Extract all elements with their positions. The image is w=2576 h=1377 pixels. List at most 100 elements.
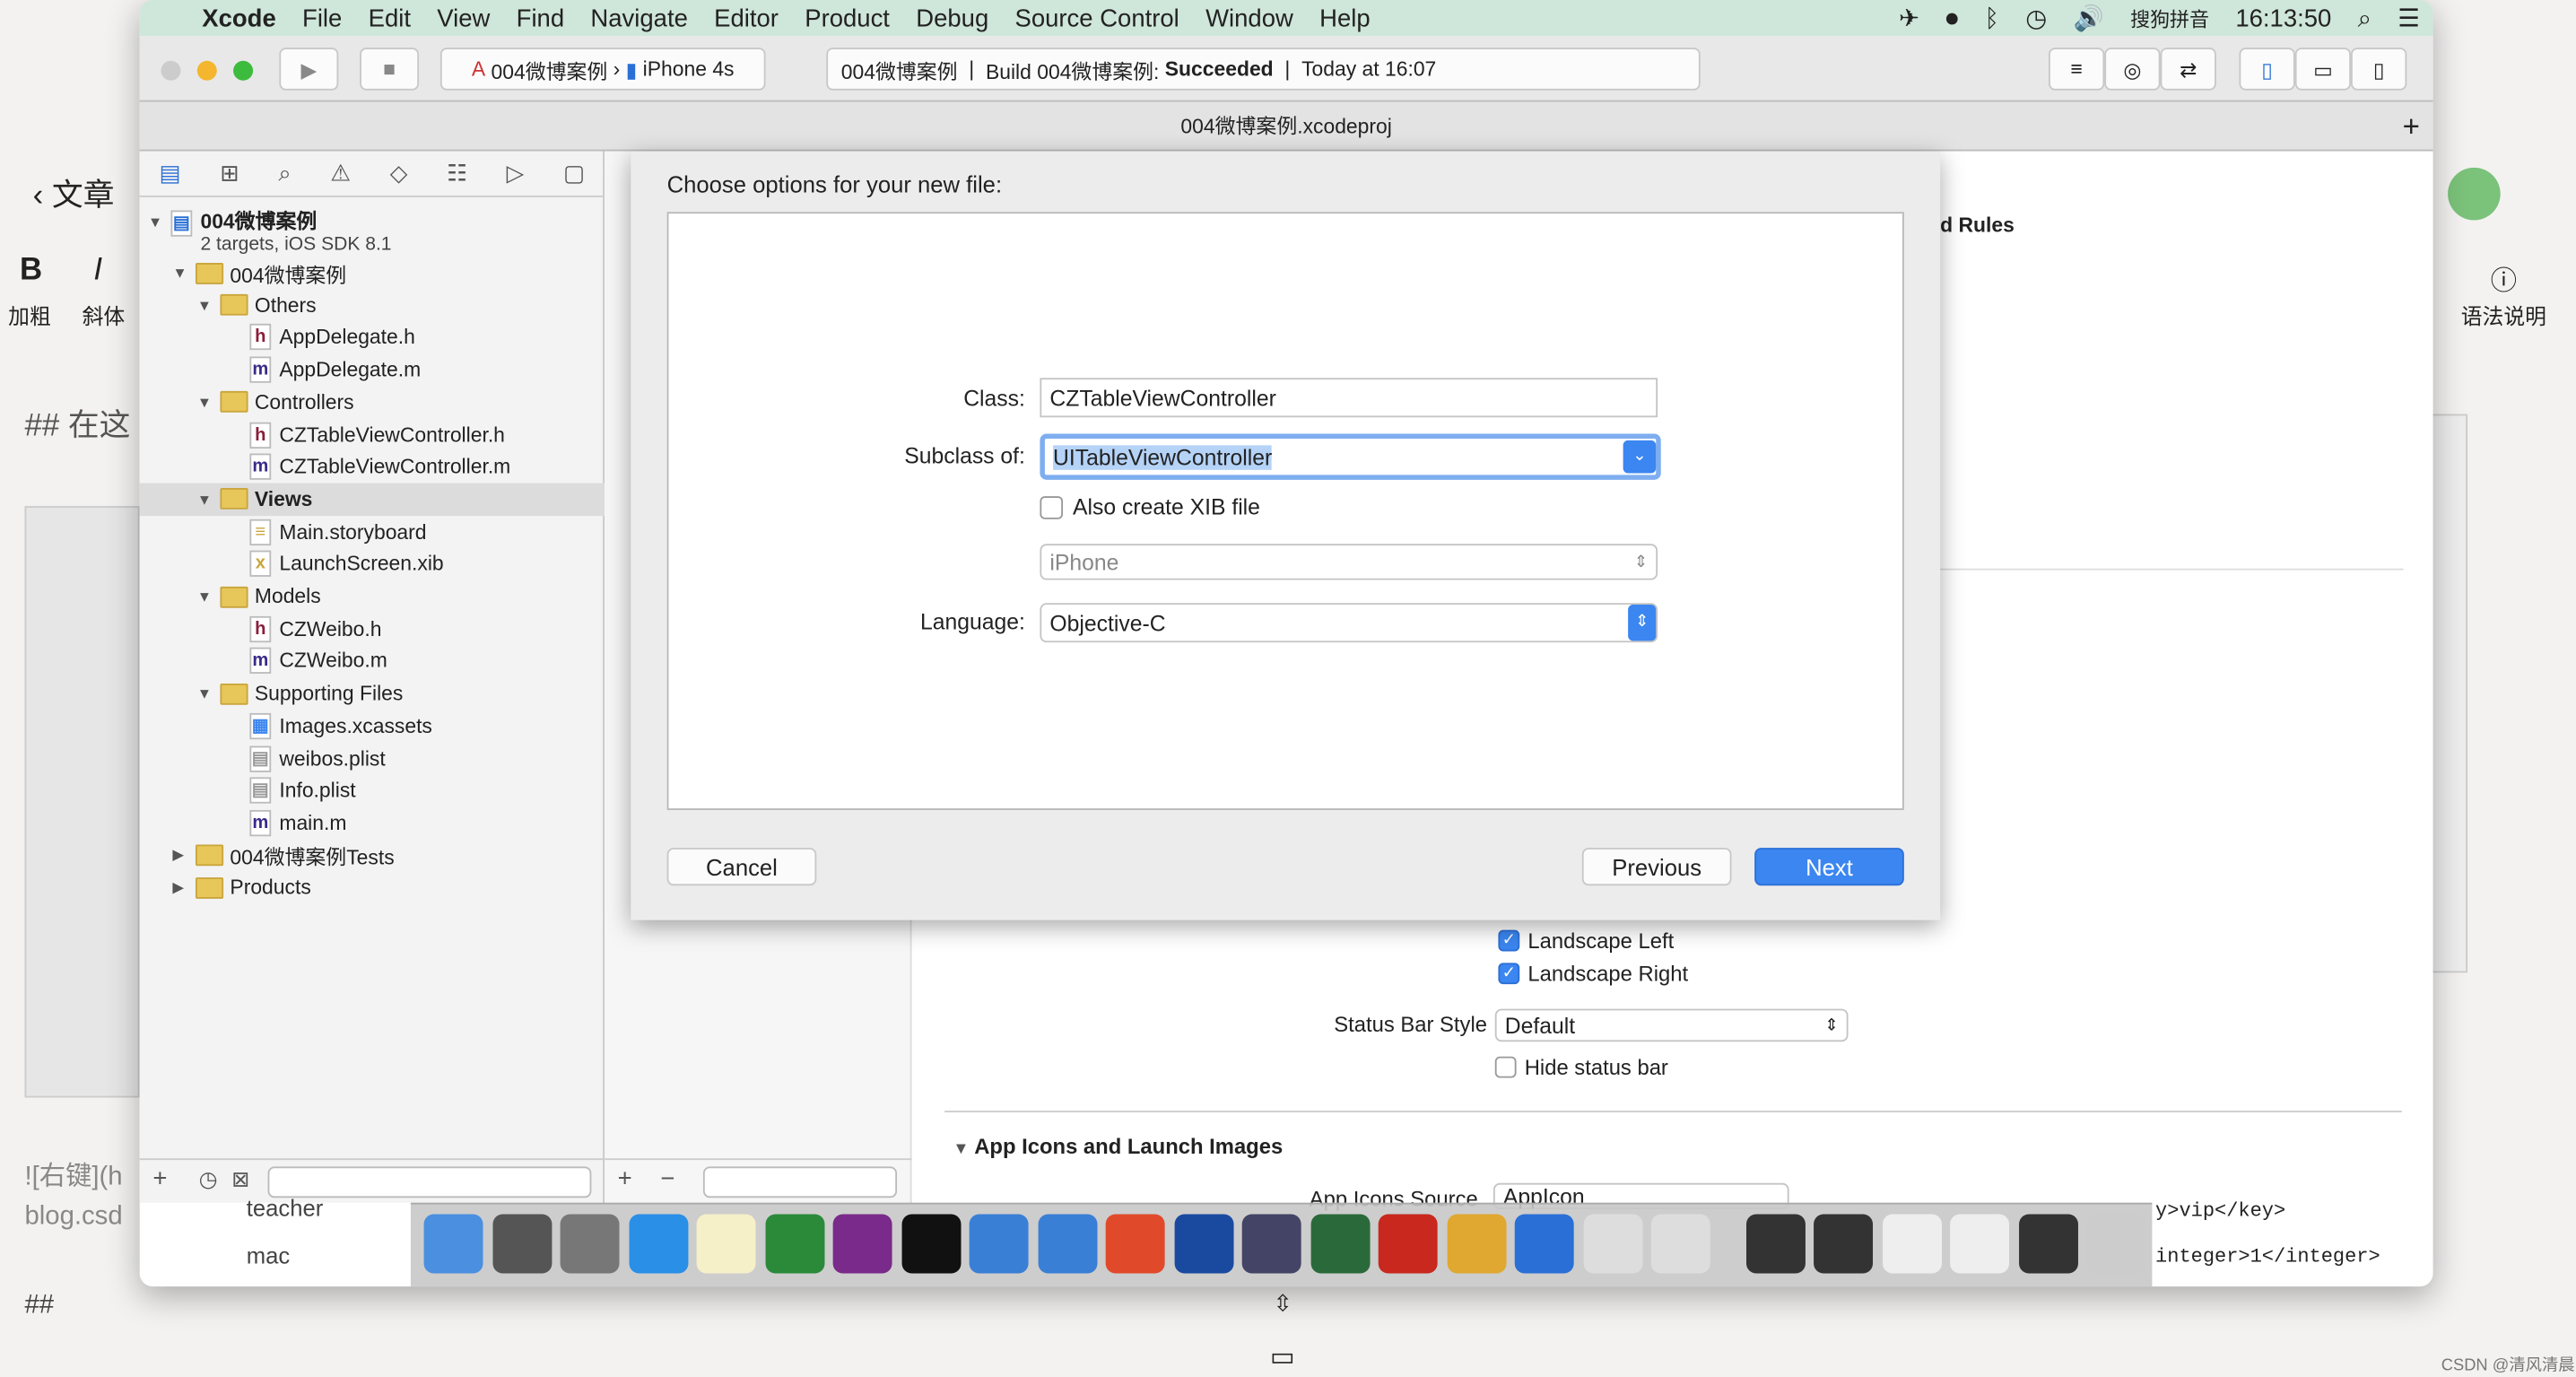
- dock-terminal-icon[interactable]: [901, 1214, 961, 1274]
- assistant-editor-icon[interactable]: ◎: [2104, 48, 2161, 91]
- landscape-left-checkbox[interactable]: ✓: [1498, 929, 1520, 952]
- navigator-item[interactable]: ▶ Products: [172, 871, 310, 904]
- disclosure-triangle[interactable]: ▼: [172, 265, 196, 281]
- dock-app-a-icon[interactable]: [1582, 1214, 1642, 1274]
- volume-icon[interactable]: 🔊: [2074, 4, 2104, 33]
- symbol-icon[interactable]: ⊞: [220, 160, 239, 187]
- menu-help[interactable]: Help: [1319, 4, 1371, 32]
- filter-input[interactable]: [702, 1166, 898, 1198]
- navigator-item[interactable]: m main.m: [249, 806, 346, 840]
- navigator-item[interactable]: ▼ Supporting Files: [197, 677, 404, 710]
- dock-remote3-icon[interactable]: [2018, 1214, 2078, 1274]
- notification-icon[interactable]: ☰: [2398, 4, 2420, 33]
- test-icon[interactable]: ◇: [390, 160, 408, 187]
- navigator-item[interactable]: ▤ weibos.plist: [249, 742, 386, 775]
- time-machine-icon[interactable]: ◷: [2025, 4, 2047, 33]
- spotlight-icon[interactable]: ⌕: [2358, 4, 2371, 32]
- zoom-button[interactable]: [233, 60, 254, 81]
- dock-launchpad-icon[interactable]: [560, 1214, 620, 1274]
- navigator-item[interactable]: ▼ Views: [139, 483, 605, 516]
- dock-remote2-icon[interactable]: [1814, 1214, 1874, 1274]
- navigator-item[interactable]: h CZWeibo.h: [249, 613, 381, 646]
- menu-xcode[interactable]: Xcode: [202, 4, 275, 32]
- previous-button[interactable]: Previous: [1581, 848, 1732, 886]
- expand-icon[interactable]: ⇳: [1273, 1290, 1292, 1318]
- menu-window[interactable]: Window: [1205, 4, 1293, 32]
- close-button[interactable]: [161, 60, 181, 81]
- utilities-toggle-icon[interactable]: ▯: [2351, 48, 2407, 91]
- recent-icon[interactable]: ◷: [199, 1166, 218, 1192]
- xib-checkbox[interactable]: [1040, 496, 1064, 519]
- menu-source-control[interactable]: Source Control: [1015, 4, 1179, 32]
- add-icon[interactable]: +: [152, 1165, 167, 1193]
- cancel-button[interactable]: Cancel: [666, 848, 817, 886]
- disclosure-triangle[interactable]: ▶: [172, 879, 196, 897]
- navigator-item[interactable]: ▼ Models: [197, 580, 321, 614]
- next-button[interactable]: Next: [1754, 848, 1904, 886]
- dock-remote1-icon[interactable]: [1745, 1214, 1806, 1274]
- dock-notes-icon[interactable]: [696, 1214, 756, 1274]
- navigator-item[interactable]: ▼ Controllers: [197, 386, 354, 419]
- dock-word-icon[interactable]: [1514, 1214, 1574, 1274]
- run-button[interactable]: ▶: [279, 48, 339, 91]
- navigator-item[interactable]: ▶ 004微博案例Tests: [172, 839, 395, 872]
- report-icon[interactable]: ▢: [563, 160, 585, 187]
- sidebar-item-mac[interactable]: mac: [247, 1242, 290, 1268]
- version-editor-icon[interactable]: ⇄: [2160, 48, 2216, 91]
- navigator-item[interactable]: h CZTableViewController.h: [249, 418, 505, 451]
- menu-view[interactable]: View: [437, 4, 490, 32]
- dock-excel-icon[interactable]: [764, 1214, 824, 1274]
- disclosure-triangle[interactable]: ▼: [197, 588, 221, 605]
- folder-icon[interactable]: ▤: [159, 160, 180, 187]
- menu-find[interactable]: Find: [517, 4, 564, 32]
- back-link[interactable]: ‹ 文章: [33, 170, 115, 214]
- navigator-item[interactable]: ▼ 004微博案例: [172, 257, 346, 290]
- disclosure-triangle[interactable]: ▼: [197, 491, 221, 507]
- navigator-item[interactable]: ▤ Info.plist: [249, 774, 356, 807]
- debug-toggle-icon[interactable]: ▭: [2294, 48, 2352, 91]
- chevron-down-icon[interactable]: ⌄: [1623, 440, 1657, 474]
- dock-xcode-icon[interactable]: [969, 1214, 1029, 1274]
- menu-product[interactable]: Product: [805, 4, 890, 32]
- hide-status-bar-checkbox[interactable]: [1494, 1056, 1517, 1078]
- search-icon[interactable]: ⌕: [278, 160, 291, 187]
- disclosure-triangle[interactable]: ▼: [148, 214, 171, 230]
- debug-icon[interactable]: ☷: [447, 160, 467, 187]
- bluetooth-icon[interactable]: ᛒ: [1984, 4, 1999, 32]
- sidebar-item-teacher[interactable]: teacher: [247, 1195, 324, 1221]
- stop-button[interactable]: ■: [360, 48, 420, 91]
- dock-simulator-icon[interactable]: [1037, 1214, 1097, 1274]
- menu-debug[interactable]: Debug: [916, 4, 988, 32]
- disclosure-triangle[interactable]: ▼: [197, 685, 221, 702]
- screen-record-icon[interactable]: ⏺: [1945, 4, 1958, 32]
- navigator-item[interactable]: h AppDelegate.h: [249, 321, 415, 354]
- dock-powerpoint-icon[interactable]: [1105, 1214, 1165, 1274]
- landscape-right-checkbox[interactable]: ✓: [1498, 963, 1520, 985]
- scheme-selector[interactable]: A 004微博案例 › ▮ iPhone 4s: [439, 48, 766, 91]
- dock-trash-icon[interactable]: [2086, 1214, 2146, 1274]
- dock-app-a2-icon[interactable]: [1650, 1214, 1710, 1274]
- dock-filezilla-icon[interactable]: [1378, 1214, 1438, 1274]
- project-root[interactable]: ▼ ▤ 004微博案例 2 targets, iOS SDK 8.1: [148, 204, 392, 257]
- disclosure-triangle[interactable]: ▼: [197, 394, 221, 410]
- breakpoint-icon[interactable]: ▷: [507, 160, 525, 187]
- device-icon[interactable]: ▭: [1270, 1341, 1295, 1374]
- disclosure-triangle[interactable]: ▼: [197, 297, 221, 313]
- remove-icon[interactable]: −: [660, 1165, 674, 1193]
- language-select[interactable]: Objective-C ⇕: [1040, 603, 1658, 643]
- menu-file[interactable]: File: [302, 4, 342, 32]
- help-icon[interactable]: ⓘ: [2491, 258, 2517, 298]
- filter-input[interactable]: [267, 1166, 592, 1198]
- italic-button[interactable]: I: [93, 253, 102, 289]
- dock-doc2-icon[interactable]: [1950, 1214, 2010, 1274]
- dock-finder-icon[interactable]: [423, 1214, 483, 1274]
- dock-snipping-icon[interactable]: [1173, 1214, 1233, 1274]
- navigator-item[interactable]: ▦ Images.xcassets: [249, 710, 432, 743]
- menu-editor[interactable]: Editor: [714, 4, 779, 32]
- tab-build-rules[interactable]: d Rules: [1940, 214, 2015, 237]
- menu-navigate[interactable]: Navigate: [590, 4, 687, 32]
- minimize-button[interactable]: [196, 60, 217, 81]
- disclosure-triangle[interactable]: ▶: [172, 846, 196, 864]
- dock-safari-icon[interactable]: [628, 1214, 688, 1274]
- navigator-item[interactable]: m CZWeibo.m: [249, 645, 387, 678]
